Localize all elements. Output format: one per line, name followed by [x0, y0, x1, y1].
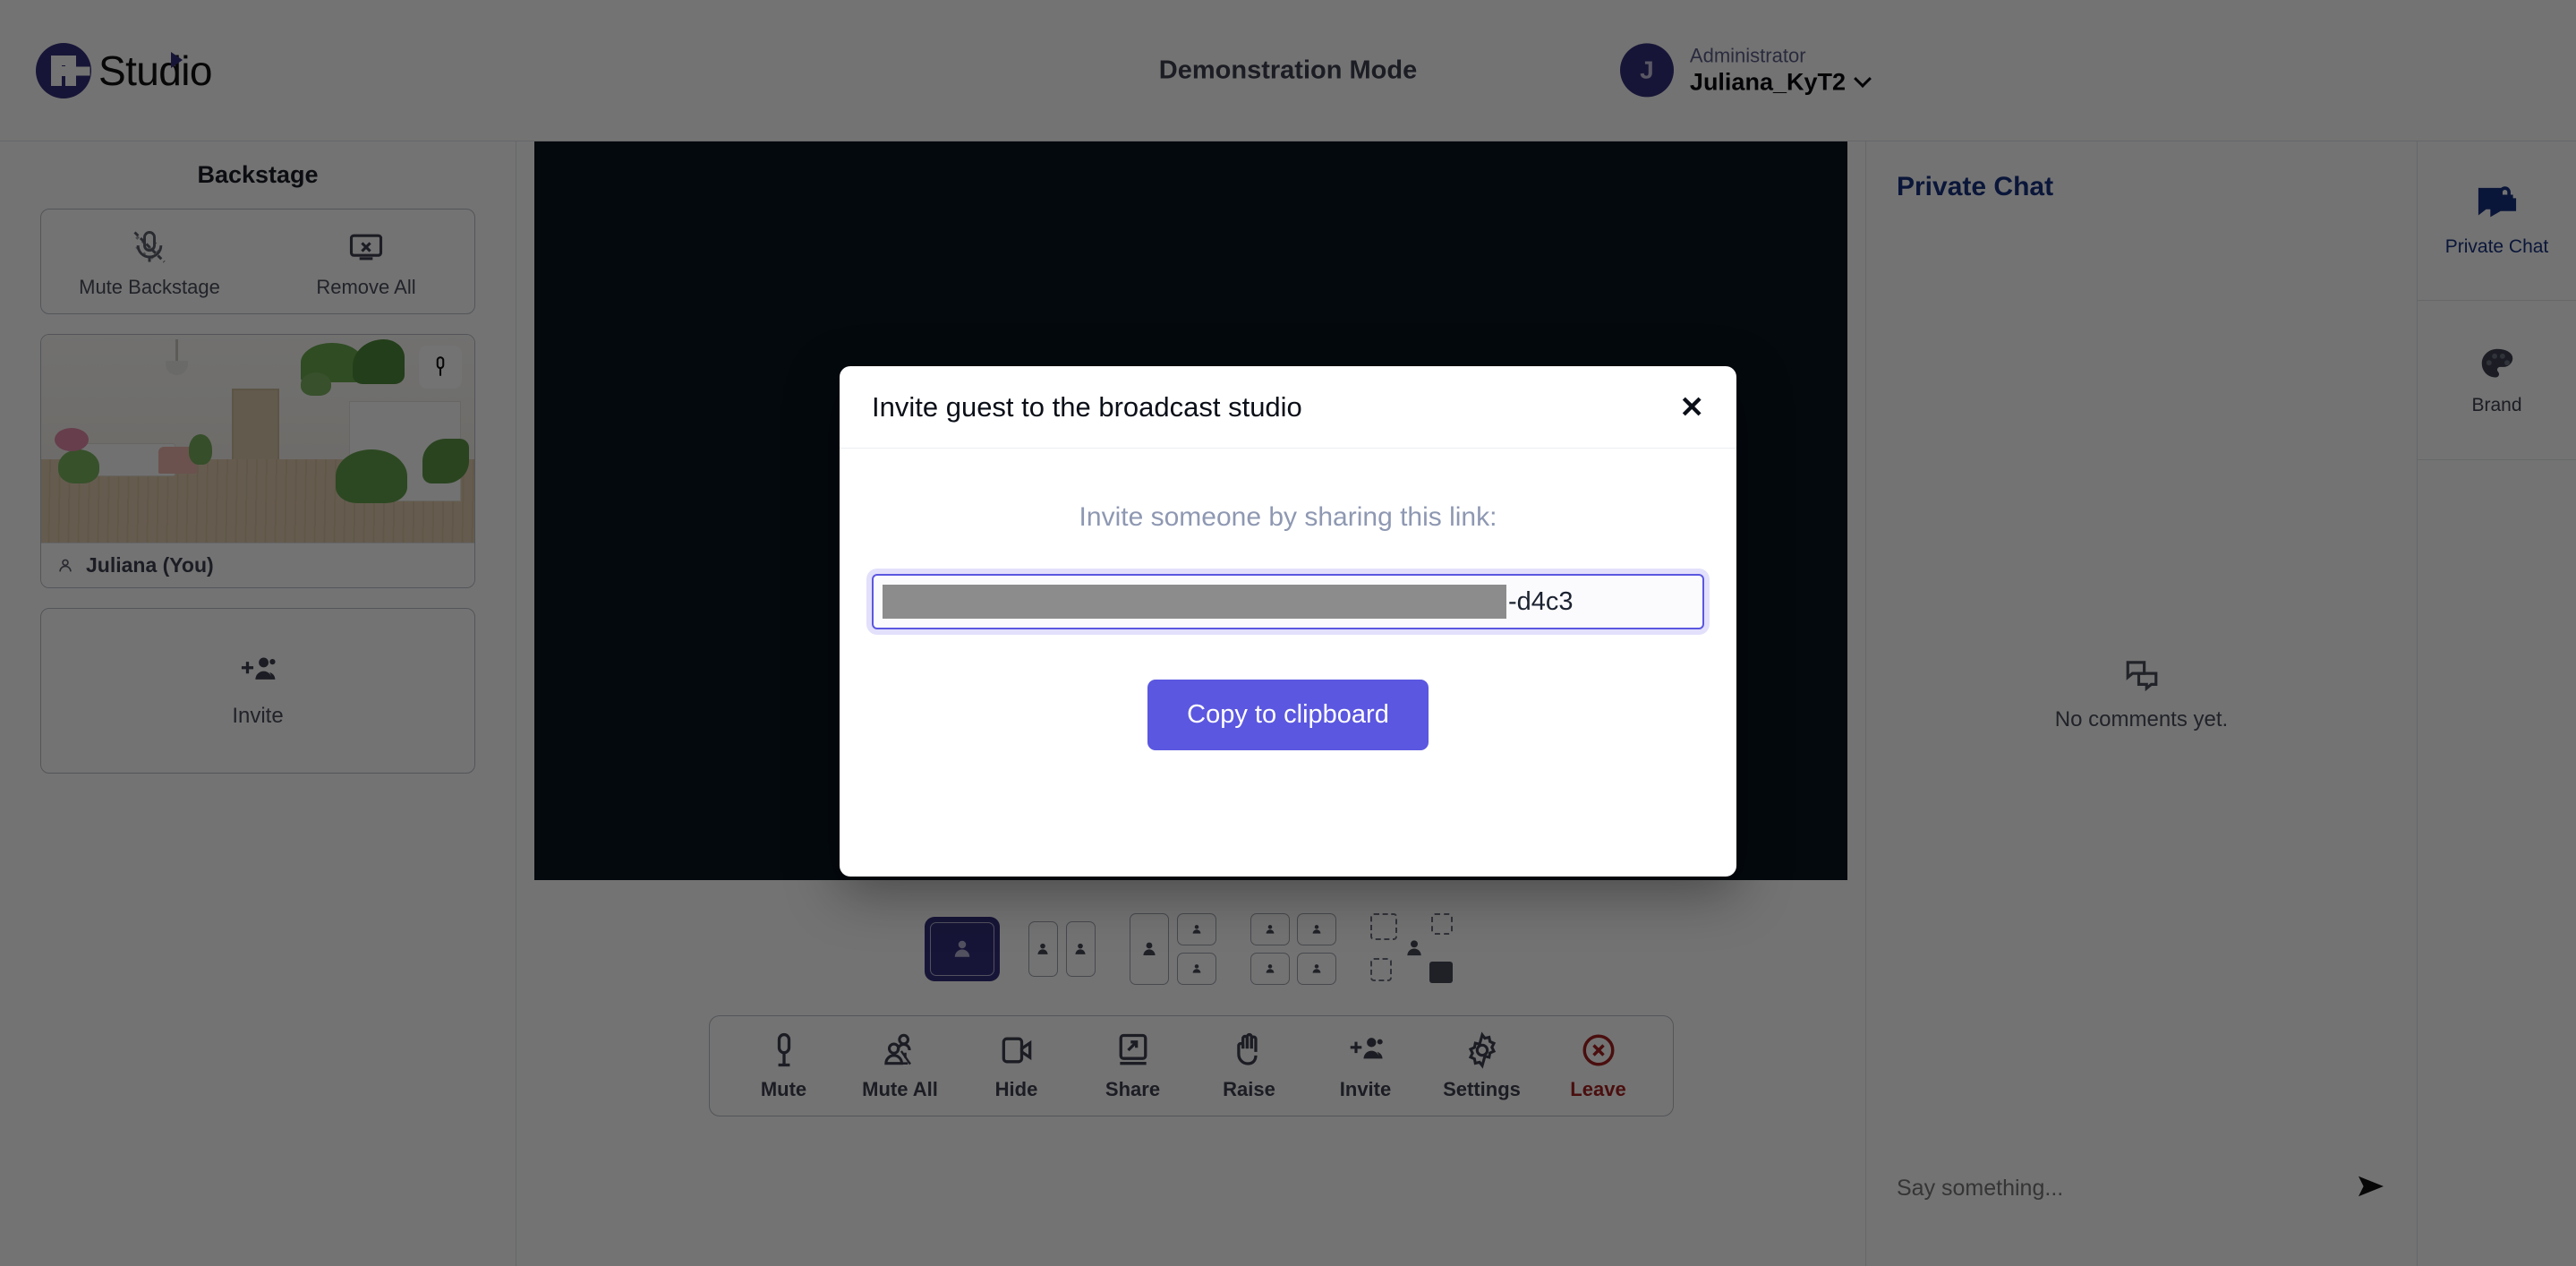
modal-body: Invite someone by sharing this link: -d4…: [840, 449, 1736, 877]
invite-link-input[interactable]: -d4c3: [872, 574, 1704, 629]
modal-title: Invite guest to the broadcast studio: [872, 390, 1302, 423]
redacted-link-bar: [883, 585, 1506, 619]
modal-subtitle: Invite someone by sharing this link:: [1079, 502, 1497, 532]
copy-to-clipboard-button[interactable]: Copy to clipboard: [1147, 680, 1429, 750]
close-icon[interactable]: ✕: [1679, 392, 1704, 422]
invite-link-tail: -d4c3: [1508, 586, 1574, 616]
invite-guest-modal: Invite guest to the broadcast studio ✕ I…: [840, 366, 1736, 877]
modal-header: Invite guest to the broadcast studio ✕: [840, 366, 1736, 449]
